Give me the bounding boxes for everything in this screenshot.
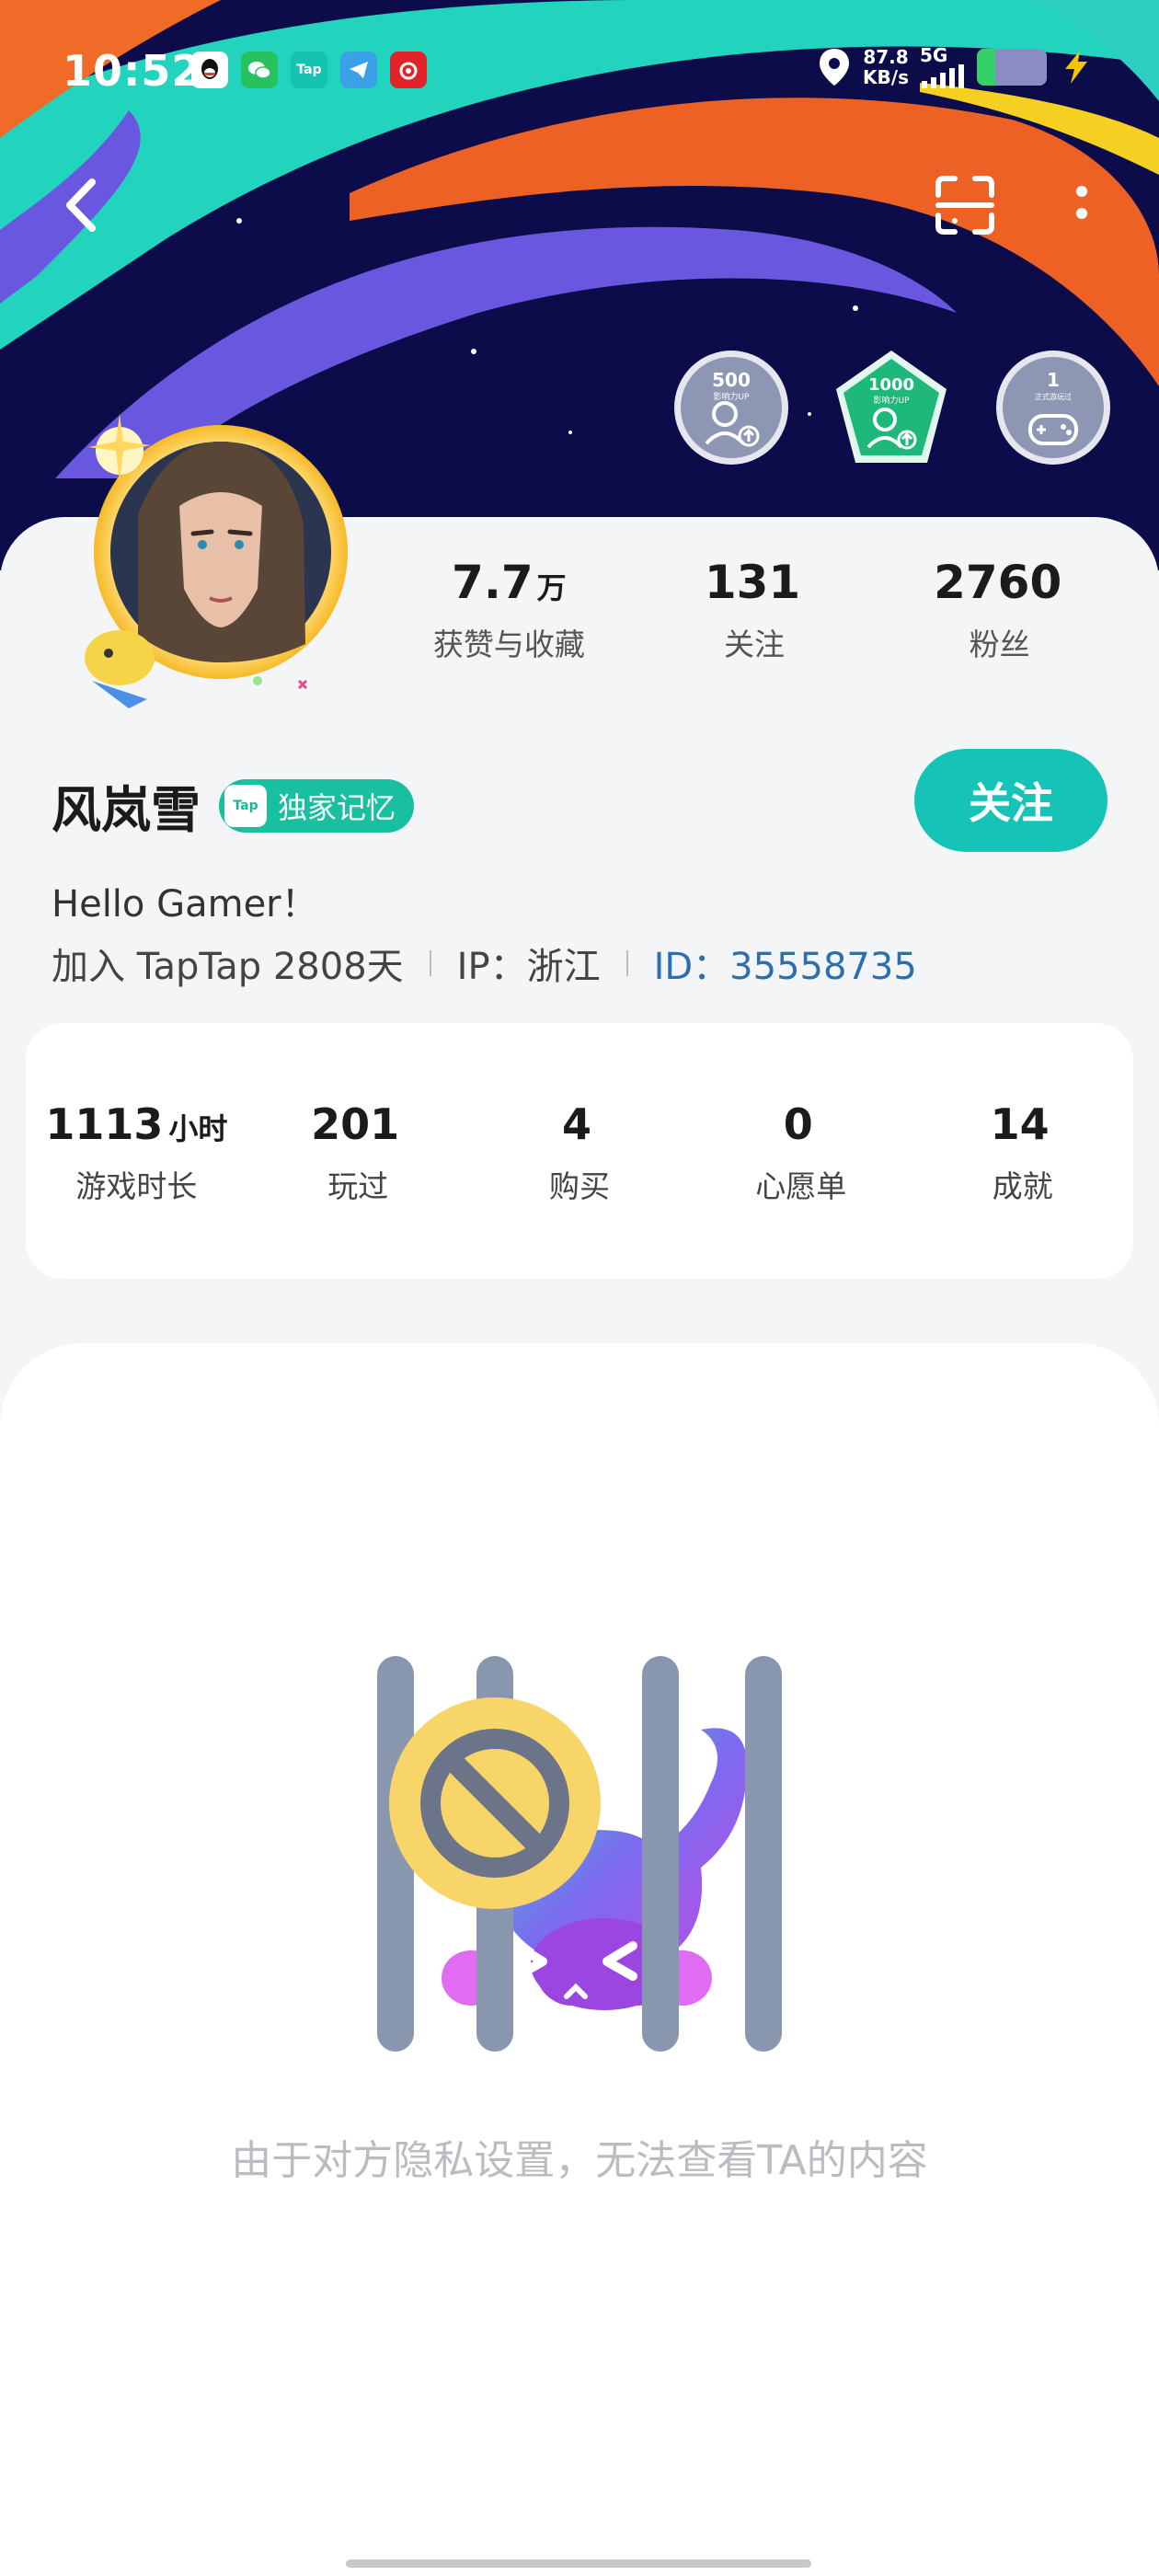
system-status: 87.8 KB/s 5G <box>817 46 1095 88</box>
netease-music-icon <box>390 52 427 88</box>
stat-wishlist[interactable]: 0 心愿单 <box>690 1098 912 1279</box>
privacy-locked-illustration <box>377 1656 782 2052</box>
location-icon <box>820 49 850 86</box>
svg-text:影响力UP: 影响力UP <box>713 391 750 402</box>
badge-played[interactable]: 1 正式游玩过 <box>993 348 1113 467</box>
svg-text:500: 500 <box>712 369 751 391</box>
badge-500[interactable]: 500 影响力UP <box>671 348 791 467</box>
wechat-icon <box>241 52 278 88</box>
stat-likes[interactable]: 7.7 万 获赞与收藏 <box>386 552 632 662</box>
net-speed: 87.8 KB/s <box>863 46 909 88</box>
telegram-icon <box>340 52 377 88</box>
avatar[interactable] <box>64 405 359 718</box>
stat-purchased[interactable]: 4 购买 <box>469 1098 691 1279</box>
user-name: 风岚雪 <box>52 781 201 839</box>
network-type: 5G <box>920 44 948 66</box>
user-tag-label: 独家记忆 <box>278 789 396 825</box>
badge-1000[interactable]: 1000 影响力UP <box>832 348 951 467</box>
ip-text: IP：浙江 <box>456 946 601 988</box>
battery-icon <box>977 49 1047 86</box>
charging-bolt-icon <box>1065 51 1087 84</box>
svg-text:1: 1 <box>1047 369 1060 391</box>
user-tag[interactable]: Tap 独家记忆 <box>219 778 415 833</box>
user-bio: Hello Gamer！ <box>52 883 318 926</box>
game-stats-card: 1113 小时 游戏时长 201 玩过 4 购买 0 心愿单 14 成就 <box>26 1023 1133 1279</box>
user-id[interactable]: ID：35558735 <box>654 937 917 990</box>
svg-text:影响力UP: 影响力UP <box>873 395 910 406</box>
follow-button[interactable]: 关注 <box>914 749 1107 852</box>
status-time: 10:52 <box>63 46 202 96</box>
scan-button[interactable] <box>933 173 997 237</box>
svg-text:1000: 1000 <box>868 375 914 395</box>
svg-text:正式游玩过: 正式游玩过 <box>1035 392 1072 401</box>
signal-icon <box>922 64 964 88</box>
empty-state-message: 由于对方隐私设置，无法查看TA的内容 <box>231 2137 928 2184</box>
back-button[interactable] <box>55 173 110 237</box>
stat-achievements[interactable]: 14 成就 <box>912 1098 1133 1279</box>
stat-playtime[interactable]: 1113 小时 游戏时长 <box>26 1098 247 1279</box>
name-row: 风岚雪 Tap 独家记忆 <box>52 769 415 842</box>
taptap-icon: Tap <box>291 52 327 88</box>
home-indicator[interactable] <box>346 2559 811 2568</box>
notification-icons: Tap <box>191 52 427 88</box>
stat-following[interactable]: 131 关注 <box>632 552 878 662</box>
status-bar: 10:52 Tap 87.8 KB/s 5G <box>0 0 1159 138</box>
profile-stats: 7.7 万 获赞与收藏 131 关注 2760 粉丝 <box>386 552 1122 662</box>
taptap-tag-icon: Tap <box>224 784 267 827</box>
signal: 5G <box>920 46 966 88</box>
divider <box>625 950 628 976</box>
more-button[interactable] <box>1065 178 1098 234</box>
user-meta: 加入 TapTap 2808天 IP：浙江 ID：35558735 <box>52 937 917 990</box>
stat-played[interactable]: 201 玩过 <box>247 1098 469 1279</box>
joined-text: 加入 TapTap 2808天 <box>52 946 404 988</box>
stat-fans[interactable]: 2760 粉丝 <box>877 552 1122 662</box>
divider <box>429 950 431 976</box>
qq-icon <box>191 52 228 88</box>
